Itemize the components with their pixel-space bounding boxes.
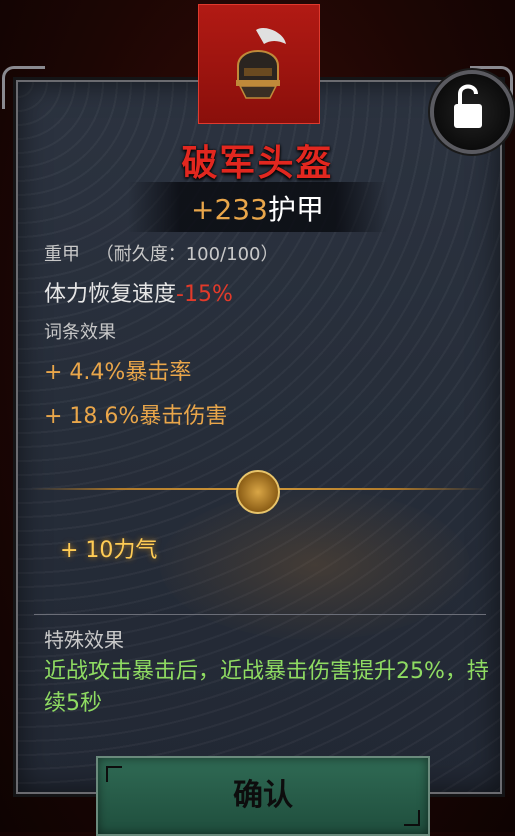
- stamina-line: 体力恢复速度-15%: [44, 276, 233, 308]
- armor-type: 重甲: [44, 244, 80, 265]
- special-effect-text: 近战攻击暴击后，近战暴击伤害提升25%，持续5秒: [44, 659, 489, 716]
- item-name: 破军头盔: [181, 143, 334, 184]
- ornament-aura: [160, 490, 470, 640]
- durability-label: （耐久度：: [95, 244, 186, 265]
- frame-corner-left: [2, 66, 45, 109]
- affixes-title: 词条效果: [44, 322, 116, 343]
- confirm-button[interactable]: 确认: [96, 756, 430, 836]
- yin-yang-icon: [236, 470, 280, 514]
- stamina-value: -15%: [176, 282, 233, 307]
- helmet-icon: [236, 27, 286, 99]
- durability-value: 100/100: [185, 244, 261, 265]
- section-separator: [34, 614, 486, 615]
- armor-type-line: 重甲 （耐久度：100/100）: [44, 240, 279, 266]
- durability-close: ）: [260, 244, 279, 265]
- bonus-stat: + 10力气: [60, 538, 158, 563]
- stamina-label: 体力恢复速度: [44, 282, 177, 307]
- affix-crit-rate: + 4.4%暴击率: [44, 360, 192, 385]
- armor-value: +233: [191, 193, 268, 226]
- affix-crit-damage: + 18.6%暴击伤害: [44, 404, 228, 429]
- armor-stat: +233护甲: [0, 188, 515, 228]
- special-effect-title: 特殊效果: [44, 628, 124, 652]
- armor-label: 护甲: [267, 193, 324, 226]
